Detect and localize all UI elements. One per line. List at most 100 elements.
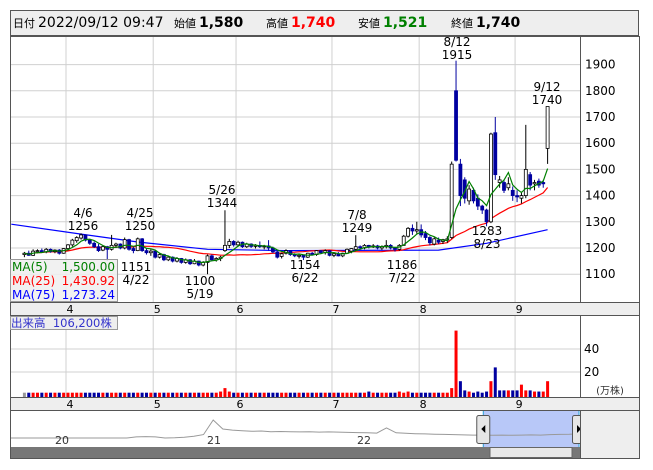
ma25-legend: MA(25) 1,430.92	[12, 274, 117, 288]
open-value: 1,580	[199, 15, 244, 31]
volume-bar	[288, 392, 292, 397]
volume-bar	[511, 390, 515, 397]
open-field: 始値 1,580	[174, 15, 243, 31]
candle-down	[358, 246, 363, 249]
price-tick-label: 1900	[585, 58, 616, 72]
volume-bar	[192, 392, 196, 397]
volume-bar	[184, 392, 188, 397]
candle-down	[515, 195, 519, 198]
volume-bar	[393, 392, 397, 397]
volume-bar	[240, 392, 244, 397]
volume-bar	[245, 392, 249, 397]
price-tick-label: 1300	[585, 215, 616, 229]
annotation-price: 1740	[531, 93, 563, 107]
volume-bar	[210, 392, 214, 397]
volume-tick-label: 20	[584, 365, 599, 379]
volume-bar	[49, 392, 53, 397]
volume-bar	[485, 391, 489, 397]
volume-bar	[110, 392, 114, 397]
annotation-date: 6/22	[291, 271, 319, 285]
high-field: 高値 1,740	[266, 15, 335, 31]
annotation-high-4-25: 4/25 1250	[125, 207, 156, 233]
volume-bar	[389, 392, 393, 397]
volume-bar	[188, 392, 192, 397]
volume-bar	[537, 391, 541, 397]
candle-up	[148, 250, 153, 254]
volume-bar	[362, 392, 366, 397]
volume-bar	[66, 392, 70, 397]
stock-chart-widget: 1100 1200 1300 1400 1500 1600 1700 1800 1900 20 40…	[0, 0, 653, 470]
price-tick-label: 1100	[585, 267, 616, 281]
candle-down	[131, 248, 136, 252]
volume-unit-label: (万株)	[596, 384, 624, 397]
month-label: 8	[420, 303, 427, 316]
annotation-price: 1344	[206, 196, 238, 210]
price-tick-label: 1200	[585, 241, 616, 255]
volume-bar	[144, 392, 148, 397]
candle-up	[432, 238, 437, 245]
high-label: 高値	[266, 17, 288, 30]
candle-up	[353, 246, 358, 250]
volume-bar	[105, 392, 109, 397]
navigator-year-label: 21	[207, 434, 221, 447]
volume-bar	[131, 392, 135, 397]
volume-bar	[118, 392, 122, 397]
price-tick-label: 1400	[585, 189, 616, 203]
candle-down	[454, 90, 458, 161]
volume-bar	[323, 392, 327, 397]
scrollbar-thumb[interactable]	[489, 447, 573, 458]
candle-up	[497, 179, 502, 183]
volume-bar	[206, 392, 210, 397]
ma5-value: 1,500.00	[61, 260, 115, 274]
volume-bar	[140, 392, 144, 397]
candle-up	[166, 256, 171, 261]
volume-bar	[345, 392, 349, 397]
volume-bar	[315, 392, 319, 397]
volume-bar	[123, 392, 127, 397]
volume-bar	[53, 392, 57, 397]
volume-bar	[114, 392, 118, 397]
volume-bar	[410, 392, 414, 397]
annotation-date: 7/22	[388, 271, 416, 285]
date-value: 2022/09/12 09:47	[38, 15, 164, 31]
annotation-price: 1250	[124, 219, 156, 233]
candle-up	[227, 241, 232, 246]
candle-up	[279, 253, 284, 257]
candle-up	[70, 239, 75, 246]
volume-bar	[458, 381, 462, 397]
volume-bar	[519, 384, 523, 397]
volume-bar	[27, 392, 31, 397]
candle-up	[157, 254, 162, 258]
close-field: 終値 1,740	[451, 15, 520, 31]
price-tick-label: 1800	[585, 84, 616, 98]
volume-bar	[136, 392, 140, 397]
volume-bar	[280, 392, 284, 397]
month-label: 5	[154, 303, 161, 316]
volume-bar	[306, 392, 310, 397]
candle-down	[480, 205, 485, 211]
candle-up	[349, 248, 354, 252]
volume-label: 出来高	[11, 316, 46, 330]
candle-down	[410, 227, 415, 232]
month-label: 4	[67, 303, 74, 316]
volume-bar	[515, 390, 519, 397]
volume-legend: 出来高 106,200株	[10, 316, 118, 330]
candle-down	[502, 182, 506, 191]
candle-up	[100, 246, 105, 251]
candle-down	[423, 233, 428, 238]
volume-bar	[166, 392, 170, 397]
volume-bar	[297, 392, 301, 397]
chart-canvas[interactable]: 1100 1200 1300 1400 1500 1600 1700 1800 1900 20 40…	[0, 0, 653, 470]
candle-down	[458, 163, 463, 197]
close-value: 1,740	[476, 15, 521, 31]
volume-bar	[445, 392, 449, 397]
volume-bar	[223, 388, 227, 397]
volume-bar	[402, 392, 406, 397]
candle-down	[231, 241, 236, 246]
navigator-selection[interactable]	[483, 411, 579, 447]
date-field: 日付 2022/09/12 09:47	[13, 15, 164, 31]
annotation-high-7-8: 7/8 1249	[342, 209, 373, 235]
volume-bar	[44, 392, 48, 397]
open-label: 始値	[174, 17, 196, 30]
volume-bar	[197, 392, 201, 397]
